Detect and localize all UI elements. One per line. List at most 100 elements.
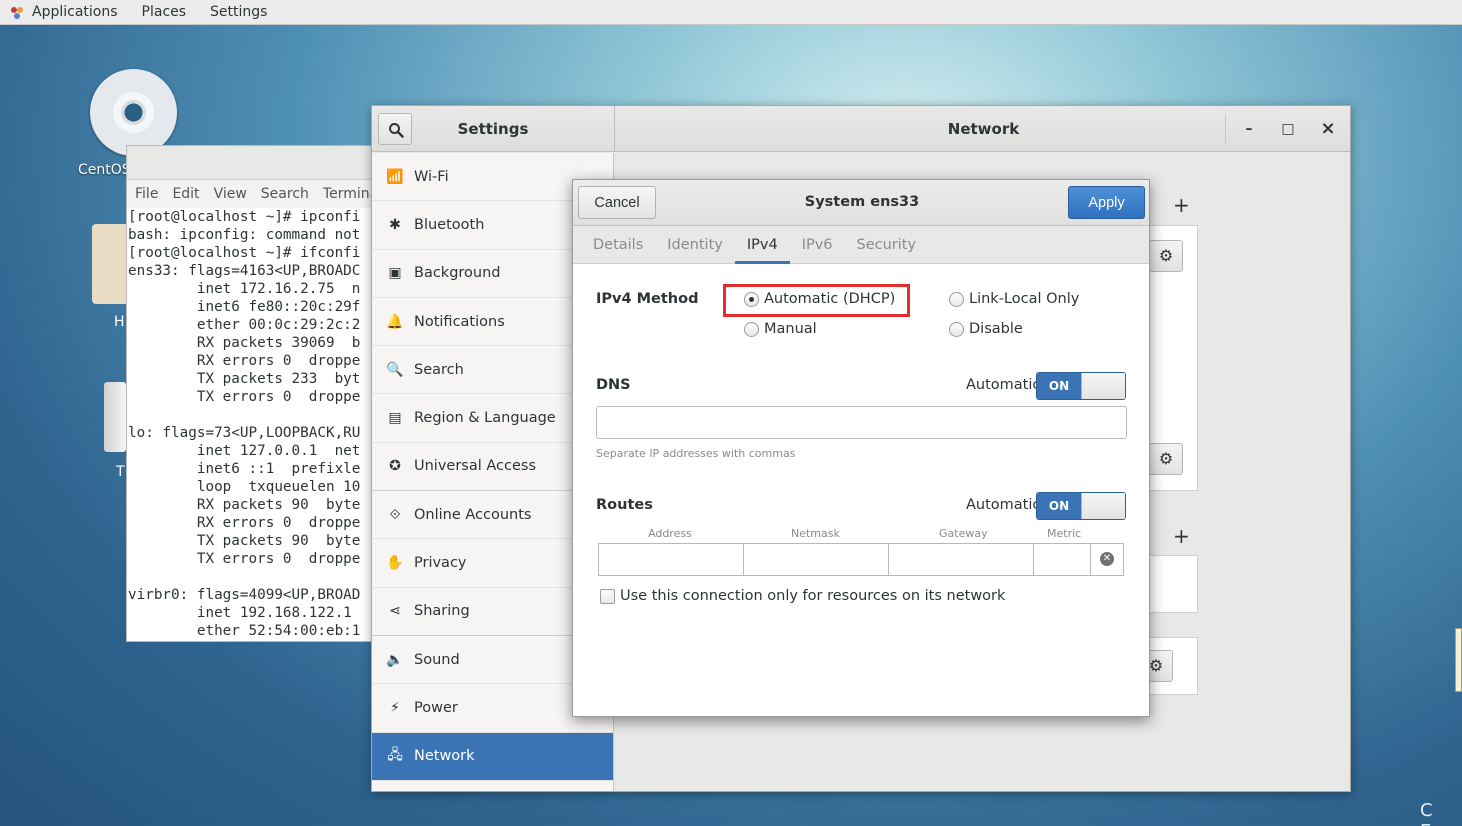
radio-manual[interactable] (744, 321, 759, 337)
hand-icon: ✋ (386, 555, 404, 572)
dns-input[interactable] (596, 406, 1127, 439)
radio-disable[interactable] (949, 321, 964, 337)
dns-label: DNS (596, 377, 631, 393)
method-manual[interactable]: Manual (744, 321, 817, 337)
cancel-button[interactable]: Cancel (578, 186, 656, 219)
applications-menu[interactable]: Applications (30, 0, 130, 25)
maximize-button[interactable]: □ (1278, 119, 1298, 139)
dialog-title: System ens33 (804, 194, 920, 210)
keyboard-icon: ▤ (388, 410, 402, 427)
tab-security[interactable]: Security (845, 226, 929, 264)
only-resources-checkbox[interactable] (600, 589, 615, 604)
route-gateway-input[interactable] (888, 543, 1034, 576)
sidebar-item-label: Background (414, 265, 501, 282)
terminal-menu-edit[interactable]: Edit (164, 186, 205, 202)
terminal-window: File Edit View Search Termina [root@loca… (126, 145, 376, 642)
connection-dialog: Cancel System ens33 Apply Details Identi… (572, 179, 1150, 717)
terminal-output[interactable]: [root@localhost ~]# ipconfi bash: ipconf… (127, 208, 375, 640)
dialog-tabs: Details Identity IPv4 IPv6 Security (573, 226, 1149, 264)
wifi-icon: 📶 (386, 168, 404, 185)
sidebar-item-label: Search (414, 361, 464, 378)
sidebar-item-label: Online Accounts (414, 506, 532, 523)
route-column-address: Address (648, 527, 692, 540)
disc-icon[interactable] (90, 69, 177, 156)
route-column-metric: Metric (1047, 527, 1082, 540)
window-controls-divider (1225, 114, 1226, 144)
method-disable[interactable]: Disable (949, 321, 1023, 337)
dns-switch-on-label: ON (1037, 373, 1081, 399)
routes-automatic-switch[interactable]: ON (1036, 492, 1126, 520)
home-folder-icon[interactable] (92, 224, 126, 304)
sidebar-item-label: Notifications (414, 313, 505, 330)
trash-icon[interactable] (104, 382, 126, 452)
route-column-netmask: Netmask (791, 527, 840, 540)
terminal-titlebar[interactable] (127, 146, 375, 180)
terminal-menubar: File Edit View Search Termina (127, 180, 375, 208)
radio-link-local[interactable] (949, 291, 964, 307)
sidebar-item-label: Wi-Fi (414, 168, 449, 185)
places-menu[interactable]: Places (130, 0, 199, 25)
wired-settings-gear-icon[interactable]: ⚙ (1149, 240, 1183, 272)
minimize-button[interactable]: – (1239, 119, 1259, 139)
method-manual-label: Manual (764, 321, 817, 337)
ipv4-page: IPv4 Method Automatic (DHCP) Link-Local … (573, 264, 1149, 716)
sidebar-item-label: Bluetooth (414, 216, 485, 233)
method-automatic-dhcp[interactable]: Automatic (DHCP) (744, 291, 895, 307)
close-button[interactable]: × (1318, 119, 1338, 139)
tab-ipv4[interactable]: IPv4 (734, 226, 790, 264)
terminal-menu-view[interactable]: View (206, 186, 253, 202)
sidebar-item-label: Network (414, 748, 475, 765)
sidebar-item-label: Region & Language (414, 410, 556, 427)
disc-label: CentOS (78, 162, 131, 178)
terminal-menu-file[interactable]: File (127, 186, 164, 202)
terminal-menu-terminal[interactable]: Termina (315, 186, 375, 202)
sidebar-item-label: Privacy (414, 555, 467, 572)
routes-switch-on-label: ON (1037, 493, 1081, 519)
sidebar-item-label: Sharing (414, 603, 470, 620)
routes-label: Routes (596, 497, 653, 513)
route-metric-input[interactable] (1033, 543, 1091, 576)
settings-title: Settings (457, 120, 529, 138)
speaker-icon: 🔈 (386, 651, 404, 668)
search-icon: 🔍 (386, 361, 404, 378)
dns-hint: Separate IP addresses with commas (596, 447, 796, 460)
tab-identity[interactable]: Identity (655, 226, 735, 264)
share-icon: ⋖ (389, 603, 401, 620)
edge-window-fragment (1455, 628, 1462, 692)
dialog-headerbar: Cancel System ens33 Apply (573, 180, 1149, 226)
ipv4-method-label: IPv4 Method (596, 291, 699, 307)
method-link-local-label: Link-Local Only (969, 291, 1080, 307)
dns-automatic-label: Automatic (966, 377, 1041, 393)
wired2-settings-gear-icon[interactable]: ⚙ (1149, 443, 1183, 475)
only-resources-label[interactable]: Use this connection only for resources o… (620, 588, 1005, 604)
background-icon: ▣ (388, 265, 402, 282)
sidebar-item-label: Sound (414, 651, 460, 668)
terminal-menu-search[interactable]: Search (253, 186, 315, 202)
method-link-local[interactable]: Link-Local Only (949, 291, 1079, 307)
trash-label: T (116, 464, 125, 480)
route-delete-button[interactable] (1090, 543, 1124, 576)
method-automatic-dhcp-label: Automatic (DHCP) (764, 291, 896, 307)
dns-switch-knob (1081, 373, 1125, 399)
dns-automatic-switch[interactable]: ON (1036, 372, 1126, 400)
network-icon: 🖧 (387, 747, 403, 764)
route-netmask-input[interactable] (743, 543, 889, 576)
sidebar-item-network[interactable]: 🖧 Network (372, 732, 613, 781)
settings-headerbar: Settings Network – □ × (372, 106, 1350, 152)
bell-icon: 🔔 (386, 313, 404, 330)
radio-automatic-dhcp[interactable] (744, 291, 759, 307)
home-label: H (114, 314, 125, 330)
routes-switch-knob (1081, 493, 1125, 519)
vpn-frame (1148, 555, 1198, 613)
accessibility-icon: ✪ (389, 458, 401, 475)
online-accounts-icon: ⟐ (389, 506, 401, 523)
tab-ipv6[interactable]: IPv6 (790, 226, 845, 264)
settings-menu[interactable]: Settings (198, 0, 279, 25)
sidebar-item-label: Power (414, 699, 458, 716)
add-wired-button[interactable]: + (1173, 193, 1190, 217)
tab-details[interactable]: Details (581, 226, 655, 264)
apply-button[interactable]: Apply (1068, 186, 1145, 219)
route-address-input[interactable] (598, 543, 744, 576)
add-vpn-button[interactable]: + (1173, 524, 1190, 548)
sidebar-item-label: Universal Access (414, 458, 537, 475)
